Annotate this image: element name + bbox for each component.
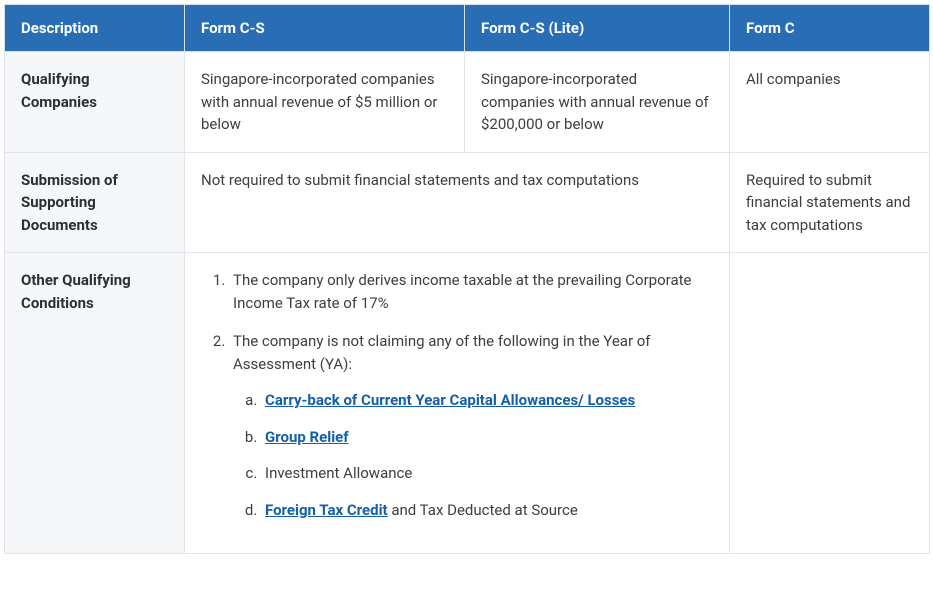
header-form-c-s: Form C-S <box>185 5 465 52</box>
sub-condition-item: Group Relief <box>261 426 713 449</box>
condition-item: The company only derives income taxable … <box>229 269 713 314</box>
row-submission-documents: Submission of Supporting Documents Not r… <box>5 152 930 253</box>
row-other-conditions: Other Qualifying Conditions The company … <box>5 253 930 554</box>
cell-merged-conditions: The company only derives income taxable … <box>185 253 730 554</box>
cell: All companies <box>730 52 930 153</box>
cell: Singapore-incorporated companies with an… <box>185 52 465 153</box>
conditions-list: The company only derives income taxable … <box>201 269 713 521</box>
header-form-c-s-lite: Form C-S (Lite) <box>465 5 730 52</box>
sub-condition-tail: and Tax Deducted at Source <box>388 501 578 519</box>
condition-item: The company is not claiming any of the f… <box>229 330 713 521</box>
cell: Singapore-incorporated companies with an… <box>465 52 730 153</box>
sub-conditions-list: Carry-back of Current Year Capital Allow… <box>233 389 713 521</box>
link-group-relief[interactable]: Group Relief <box>265 428 349 446</box>
cell-merged: Not required to submit financial stateme… <box>185 152 730 253</box>
link-foreign-tax-credit[interactable]: Foreign Tax Credit <box>265 501 388 519</box>
table-header-row: Description Form C-S Form C-S (Lite) For… <box>5 5 930 52</box>
header-form-c: Form C <box>730 5 930 52</box>
row-label: Qualifying Companies <box>5 52 185 153</box>
sub-condition-item: Foreign Tax Credit and Tax Deducted at S… <box>261 499 713 522</box>
row-label: Other Qualifying Conditions <box>5 253 185 554</box>
row-label: Submission of Supporting Documents <box>5 152 185 253</box>
cell: Required to submit financial statements … <box>730 152 930 253</box>
link-carry-back[interactable]: Carry-back of Current Year Capital Allow… <box>265 391 635 409</box>
cell <box>730 253 930 554</box>
row-qualifying-companies: Qualifying Companies Singapore-incorpora… <box>5 52 930 153</box>
sub-condition-item: Carry-back of Current Year Capital Allow… <box>261 389 713 412</box>
sub-condition-item: Investment Allowance <box>261 462 713 485</box>
forms-comparison-table: Description Form C-S Form C-S (Lite) For… <box>4 4 930 554</box>
condition-lead: The company is not claiming any of the f… <box>233 332 651 373</box>
header-description: Description <box>5 5 185 52</box>
